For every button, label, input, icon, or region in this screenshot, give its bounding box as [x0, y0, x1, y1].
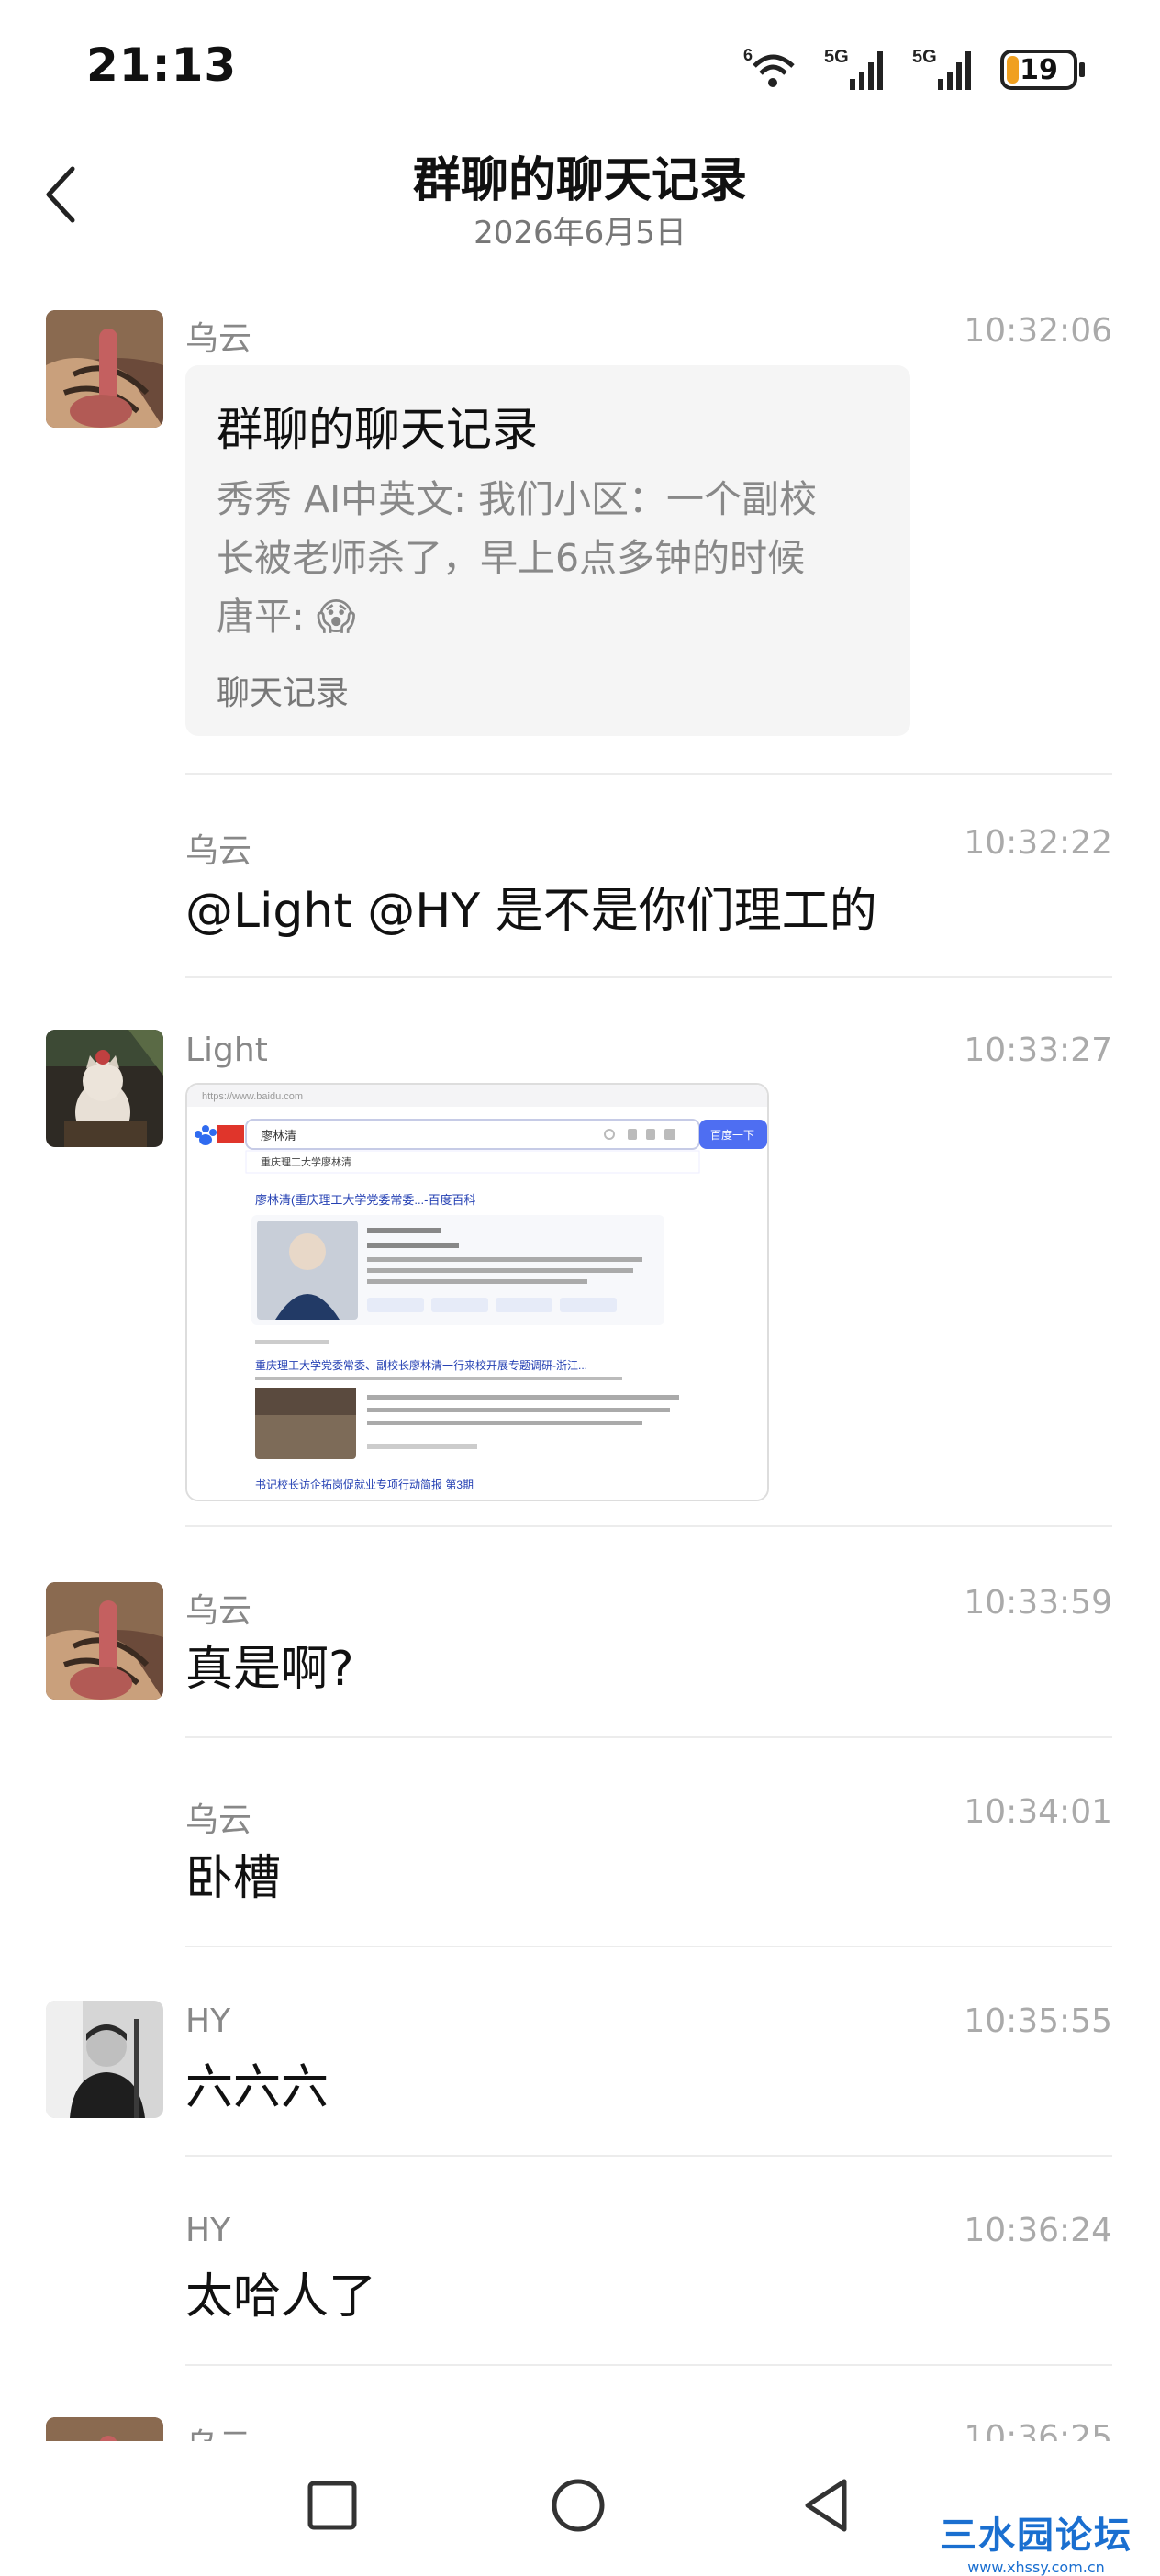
page-date: 2026年6月5日 [474, 215, 686, 251]
svg-text:5G: 5G [912, 47, 937, 67]
square-icon [307, 2481, 357, 2530]
message-time: 10:34:01 [964, 1793, 1112, 1831]
forum-watermark: 三水园论坛 www.xhssy.com.cn [940, 2505, 1132, 2576]
forward-label: 聊天记录 [217, 675, 350, 712]
signal-icon-2: 5G [912, 44, 976, 95]
baidu-screenshot-image: https://www.baidu.com 廖林清 百度一下 重庆理工大学廖林清 [187, 1085, 767, 1500]
screenshot-url: https://www.baidu.com [202, 1091, 303, 1102]
recents-button[interactable] [296, 2469, 369, 2542]
forward-title: 群聊的聊天记录 [217, 403, 538, 456]
cat-avatar-icon [46, 310, 163, 428]
home-button[interactable] [541, 2469, 615, 2542]
divider [185, 1736, 1112, 1738]
divider [185, 2155, 1112, 2157]
person-avatar-icon [46, 2001, 163, 2118]
header: 群聊的聊天记录 2026年6月5日 [0, 138, 1160, 257]
svg-text:6: 6 [743, 46, 753, 64]
sender-name: 乌云 [185, 1801, 252, 1839]
avatar-wuyun[interactable] [46, 2417, 163, 2441]
sender-name: 乌云 [185, 320, 252, 358]
back-nav-button[interactable] [789, 2469, 863, 2542]
message-time: 10:33:59 [964, 1584, 1112, 1622]
avatar-wuyun[interactable] [46, 1582, 163, 1700]
triangle-back-icon [805, 2479, 847, 2532]
status-icons: 6 5G 5G 19 [742, 44, 1085, 95]
screenshot-bottom-link: 书记校长访企拓岗促就业专项行动简报 第3期 [255, 1478, 474, 1491]
divider [185, 1946, 1112, 1947]
divider [185, 1525, 1112, 1527]
status-time: 21:13 [86, 39, 238, 92]
cat-avatar-icon [46, 2417, 163, 2441]
sender-name: 乌云 [185, 2419, 251, 2441]
divider [185, 773, 1112, 775]
message-text[interactable]: 卧槽 [185, 1839, 281, 1908]
message-text[interactable]: 太哈人了 [185, 2258, 376, 2326]
cat-avatar-icon [46, 1030, 163, 1147]
status-bar: 21:13 6 5G 5G 19 [0, 0, 1160, 147]
message-text[interactable]: 六六六 [185, 2048, 329, 2117]
sender-name: 乌云 [185, 832, 252, 870]
image-message[interactable]: https://www.baidu.com 廖林清 百度一下 重庆理工大学廖林清 [185, 1083, 769, 1501]
avatar-wuyun[interactable] [46, 310, 163, 428]
svg-text:5G: 5G [824, 47, 849, 67]
forward-line: 长被老师杀了，早上6点多钟的时候 [217, 536, 806, 580]
avatar-light[interactable] [46, 1030, 163, 1147]
message-text[interactable]: 真是啊? [185, 1630, 354, 1699]
divider [185, 2364, 1112, 2366]
watermark-url: www.xhssy.com.cn [967, 2559, 1105, 2576]
sender-name: HY [185, 2002, 231, 2040]
signal-icon-1: 5G [824, 44, 888, 95]
forwarded-chat-card[interactable]: 群聊的聊天记录 秀秀 AI中英文: 我们小区：一个副校 长被老师杀了，早上6点多… [185, 365, 910, 736]
circle-icon [552, 2479, 605, 2532]
screenshot-button: 百度一下 [710, 1128, 754, 1142]
sender-name: HY [185, 2212, 231, 2249]
message-text[interactable]: @Light @HY 是不是你们理工的 [185, 872, 877, 941]
avatar-hy[interactable] [46, 2001, 163, 2118]
sender-name: Light [185, 1032, 268, 1069]
message-time: 10:33:27 [964, 1032, 1112, 1069]
battery-fill [1007, 56, 1019, 84]
sender-name: 乌云 [185, 1592, 252, 1630]
message-time: 10:35:55 [964, 2002, 1112, 2040]
message-time: 10:32:22 [964, 824, 1112, 862]
forward-line: 唐平: 😱 [217, 595, 356, 639]
message-time: 10:32:06 [964, 312, 1112, 350]
screenshot-suggest: 重庆理工大学廖林清 [261, 1155, 351, 1168]
screenshot-news-title: 重庆理工大学党委常委、副校长廖林清一行来校开展专题调研-浙江... [255, 1358, 587, 1372]
battery-icon: 19 [1000, 50, 1085, 90]
divider [185, 976, 1112, 978]
battery-level: 19 [1020, 53, 1058, 86]
page-title: 群聊的聊天记录 [412, 153, 747, 208]
cat-avatar-icon [46, 1582, 163, 1700]
message-time: 10:36:25 [964, 2419, 1112, 2441]
wifi-icon: 6 [742, 44, 800, 95]
screenshot-result-title: 廖林清(重庆理工大学党委常委...-百度百科 [255, 1193, 476, 1207]
message-item: 乌云 10:36:25 [0, 2414, 1160, 2441]
watermark-logo: 三水园论坛 [940, 2515, 1132, 2557]
screenshot-search: 廖林清 [261, 1129, 296, 1143]
message-time: 10:36:24 [964, 2212, 1112, 2249]
forward-line: 秀秀 AI中英文: 我们小区：一个副校 [217, 477, 818, 521]
